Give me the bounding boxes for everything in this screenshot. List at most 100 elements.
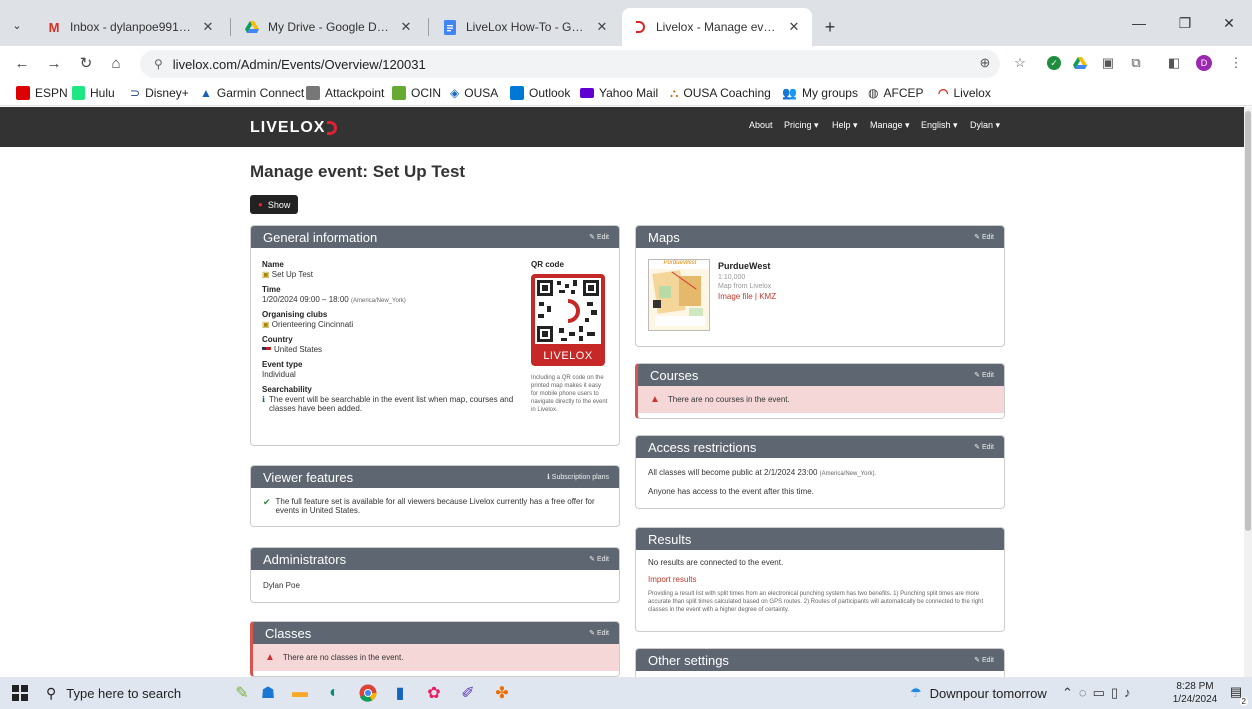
edit-button[interactable]: ✎ Edit	[974, 443, 994, 451]
qr-section: QR code LIVELOX Including a QR code on t…	[531, 260, 609, 414]
nav-pricing[interactable]: Pricing ▾	[784, 120, 819, 131]
tab-google-docs[interactable]: LiveLox How-To - Google Docs ✕	[432, 8, 620, 46]
system-tray[interactable]: ⌃◌▭▯♪	[1062, 685, 1137, 701]
widget-icon[interactable]: ✎	[230, 681, 254, 705]
edit-button[interactable]: ✎ Edit	[589, 629, 609, 637]
ocin-icon	[392, 86, 406, 100]
edit-button[interactable]: ✎ Edit	[974, 656, 994, 664]
bookmark-afcep[interactable]: ◍ AFCEP	[868, 85, 924, 101]
weather-widget[interactable]: ☂ Downpour tomorrow	[910, 685, 1047, 701]
address-bar[interactable]: ⚲ livelox.com/Admin/Events/Overview/1200…	[140, 50, 1000, 78]
panel-header: Other settings ✎ Edit	[636, 649, 1004, 671]
panel-title: Viewer features	[263, 469, 354, 485]
map-file-links[interactable]: Image file | KMZ	[718, 292, 776, 301]
subscription-plans-link[interactable]: ℹ Subscription plans	[547, 473, 609, 481]
bookmark-attackpoint[interactable]: Attackpoint	[306, 85, 384, 101]
bookmark-ocin[interactable]: OCIN	[392, 85, 441, 101]
gmail-icon: M	[48, 19, 60, 35]
bookmark-livelox[interactable]: ◠ Livelox	[938, 85, 991, 101]
livelox-logo[interactable]: LIVELOX	[250, 119, 338, 137]
edge-browser-icon[interactable]: ◐	[322, 681, 346, 705]
tab-gmail[interactable]: M Inbox - dylanpoe9917@gmail.c ✕	[36, 8, 226, 46]
app-icon[interactable]: ▮	[388, 681, 412, 705]
map-thumbnail[interactable]: PurdueWest	[648, 259, 710, 331]
nav-manage[interactable]: Manage ▾	[870, 120, 910, 131]
forward-button[interactable]: →	[42, 51, 66, 75]
edit-button[interactable]: ✎ Edit	[589, 233, 609, 241]
access-public-date: All classes will become public at 2/1/20…	[648, 468, 877, 477]
nav-about[interactable]: About	[749, 120, 773, 130]
show-button[interactable]: ● Show	[250, 195, 299, 214]
close-icon[interactable]: ✕	[594, 19, 610, 35]
bookmark-disney[interactable]: ⊃ Disney+	[130, 85, 189, 101]
map-details: PurdueWest 1:10,000 Map from Livelox Ima…	[718, 261, 776, 301]
tab-search-button[interactable]: ⌄	[4, 12, 30, 38]
attackpoint-icon	[306, 86, 320, 100]
map-name: PurdueWest	[718, 261, 771, 271]
panel-title: Administrators	[263, 551, 347, 567]
edit-button[interactable]: ✎ Edit	[589, 555, 609, 563]
site-info-icon[interactable]: ⚲	[154, 57, 163, 71]
panel-header: Courses ✎ Edit	[638, 364, 1004, 386]
bookmark-espn[interactable]: ESPN	[16, 85, 68, 101]
restore-icon: ❐	[1178, 14, 1192, 31]
reload-button[interactable]: ↻	[74, 51, 98, 75]
scrollbar-thumb[interactable]	[1245, 111, 1251, 531]
bookmark-yahoo-mail[interactable]: Yahoo Mail	[580, 85, 658, 101]
paint-app-icon[interactable]: ✿	[422, 681, 446, 705]
bookmark-outlook[interactable]: Outlook	[510, 85, 570, 101]
map-source: Map from Livelox	[718, 283, 772, 290]
nav-help[interactable]: Help ▾	[832, 120, 858, 131]
google-docs-icon	[442, 19, 458, 35]
chrome-browser-icon[interactable]	[356, 681, 380, 705]
restore-button[interactable]: ❐	[1162, 8, 1208, 38]
administrators-panel: Administrators ✎ Edit Dylan Poe	[250, 547, 620, 603]
panel-title: Classes	[265, 625, 312, 641]
extension-drive-icon[interactable]	[1070, 53, 1090, 73]
edit-button[interactable]: ✎ Edit	[974, 371, 994, 379]
minimize-button[interactable]: —	[1116, 8, 1162, 38]
page-scrollbar[interactable]	[1244, 107, 1252, 677]
tab-livelox-active[interactable]: Livelox - Manage event: Set Up ✕	[622, 8, 812, 46]
bookmark-star-icon[interactable]: ☆	[1010, 52, 1030, 74]
close-window-button[interactable]: ✕	[1206, 8, 1252, 38]
import-results-link[interactable]: Import results	[648, 575, 992, 584]
new-tab-button[interactable]: +	[816, 8, 844, 46]
bookmark-my-groups[interactable]: 👥 My groups	[782, 85, 858, 101]
bookmark-hulu[interactable]: Hulu	[72, 85, 115, 101]
whiteboard-app-icon[interactable]: ✐	[456, 681, 480, 705]
nav-user[interactable]: Dylan ▾	[970, 120, 1000, 131]
bookmark-ousa[interactable]: ◈ OUSA	[450, 85, 498, 101]
nav-language[interactable]: English ▾	[921, 120, 958, 131]
windows-start-button[interactable]	[8, 681, 32, 705]
taskbar-search[interactable]: ⚲ Type here to search	[46, 679, 206, 707]
clubs-label: Organising clubs	[262, 310, 328, 319]
game-app-icon[interactable]: ✤	[490, 681, 514, 705]
close-icon[interactable]: ✕	[398, 19, 414, 35]
back-button[interactable]: ←	[10, 51, 34, 75]
tab-google-drive[interactable]: My Drive - Google Drive ✕	[234, 8, 424, 46]
extension-icon[interactable]: ▣	[1098, 53, 1118, 73]
person-app-icon[interactable]: ☗	[256, 681, 280, 705]
close-icon[interactable]: ✕	[200, 19, 216, 35]
profile-avatar[interactable]: D	[1194, 53, 1214, 73]
extensions-puzzle-icon[interactable]: ⧉	[1126, 53, 1146, 73]
url-text[interactable]: livelox.com/Admin/Events/Overview/120031	[173, 57, 426, 72]
event-type-value: Individual	[262, 370, 296, 379]
side-panel-icon[interactable]: ◧	[1164, 53, 1184, 73]
home-button[interactable]: ⌂	[104, 51, 128, 75]
extension-check-icon[interactable]: ✓	[1044, 53, 1064, 73]
zoom-icon[interactable]: ⊕	[975, 53, 995, 73]
taskbar-clock[interactable]: 8:28 PM 1/24/2024	[1166, 680, 1224, 706]
edit-button[interactable]: ✎ Edit	[974, 233, 994, 241]
file-explorer-icon[interactable]: ▬	[288, 681, 312, 705]
bookmark-ousa-coaching[interactable]: ⛬ OUSA Coaching	[670, 85, 771, 101]
notifications-button[interactable]: ▤ 2	[1226, 684, 1248, 706]
viewer-features-body: ✔ The full feature set is available for …	[263, 497, 595, 515]
bookmark-garmin[interactable]: ▲ Garmin Connect	[200, 85, 304, 101]
close-icon[interactable]: ✕	[786, 19, 802, 35]
menu-dots-icon[interactable]: ⋮	[1226, 53, 1246, 73]
searchability-value: ℹ The event will be searchable in the eve…	[262, 395, 514, 413]
plus-icon: +	[824, 16, 836, 37]
yahoo-mail-icon	[580, 88, 594, 98]
